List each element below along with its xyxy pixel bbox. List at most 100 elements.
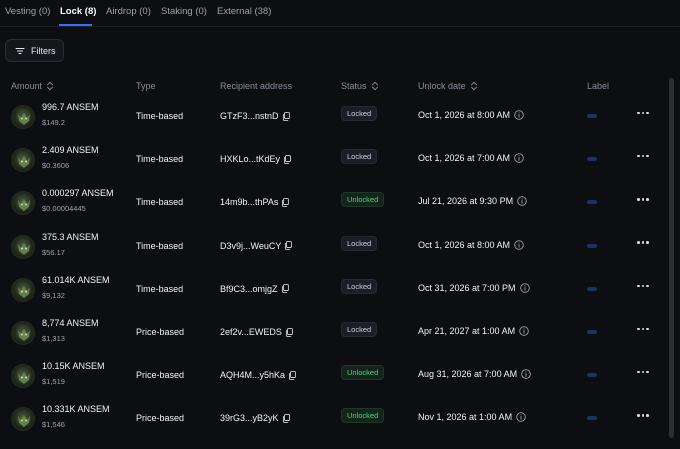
info-icon[interactable] xyxy=(519,283,530,293)
more-options-icon[interactable] xyxy=(636,106,650,120)
table-row[interactable]: 2.409 ANSEM $0.3606 Time-based HXKLo...t… xyxy=(0,139,670,182)
recipient-address-text: HXKLo...tKdEy xyxy=(220,154,281,165)
label-tag[interactable] xyxy=(587,373,597,378)
info-icon[interactable] xyxy=(514,239,524,250)
column-header-amount[interactable]: Amount xyxy=(11,81,54,91)
more-options-icon[interactable] xyxy=(636,149,650,163)
column-header-unlock-date-label: Unlock date xyxy=(418,81,466,91)
label-tag[interactable] xyxy=(587,243,597,248)
column-header-label-label: Label xyxy=(587,81,610,91)
label-tag[interactable] xyxy=(587,416,597,421)
token-amount: 61.014K ANSEM xyxy=(42,274,110,285)
scrollbar[interactable] xyxy=(669,78,674,438)
column-header-type-label: Type xyxy=(136,81,156,91)
table-row[interactable]: 10.331K ANSEM $1,546 Price-based 39rG3..… xyxy=(0,398,670,441)
table-row[interactable]: 61.014K ANSEM $9,132 Time-based Bf9C3...… xyxy=(0,269,670,312)
copy-icon[interactable] xyxy=(282,111,290,121)
column-header-status-label: Status xyxy=(341,81,367,91)
unlock-date-text: Oct 31, 2026 at 7:00 PM xyxy=(418,282,516,293)
copy-icon[interactable] xyxy=(284,241,293,250)
label-tag[interactable] xyxy=(587,200,597,205)
tab-airdrop[interactable]: Airdrop (0) xyxy=(106,6,151,17)
ansem-token-icon xyxy=(18,113,30,125)
table-row[interactable]: 375.3 ANSEM $56.17 Time-based D3v9j...We… xyxy=(0,226,670,269)
copy-icon[interactable] xyxy=(281,198,290,207)
column-header-status[interactable]: Status xyxy=(341,81,379,91)
info-icon[interactable] xyxy=(514,153,524,163)
filters-button[interactable]: Filters xyxy=(5,39,64,62)
lock-type: Time-based xyxy=(136,240,184,251)
unlock-date: Aug 31, 2026 at 7:00 AM xyxy=(418,369,531,379)
info-icon[interactable] xyxy=(516,412,526,423)
unlock-date: Nov 1, 2026 at 1:00 AM xyxy=(418,412,526,422)
tab-vesting[interactable]: Vesting (0) xyxy=(5,6,50,17)
usd-value: $0.3606 xyxy=(42,161,70,171)
more-options-icon[interactable] xyxy=(636,192,650,206)
recipient-address-text: 14m9b...thPAs xyxy=(220,197,279,208)
lock-type: Price-based xyxy=(136,413,185,424)
table-row[interactable]: 0.000297 ANSEM $0.00004445 Time-based 14… xyxy=(0,182,670,225)
recipient-address-text: Bf9C3...omjgZ xyxy=(220,283,278,294)
usd-value: $56.17 xyxy=(42,247,65,257)
table-row[interactable]: 8,774 ANSEM $1,313 Price-based 2ef2v...E… xyxy=(0,312,670,355)
active-tab-indicator xyxy=(59,24,92,26)
more-options-icon[interactable] xyxy=(636,279,650,293)
table-row[interactable]: 10.15K ANSEM $1,519 Price-based AQH4M...… xyxy=(0,355,670,398)
status-badge: Locked xyxy=(341,322,378,337)
recipient-address-text: 2ef2v...EWEDS xyxy=(220,327,282,337)
sort-icon[interactable] xyxy=(371,81,379,91)
copy-icon[interactable] xyxy=(283,154,291,164)
token-amount: 8,774 ANSEM xyxy=(42,318,99,328)
label-tag[interactable] xyxy=(587,157,597,162)
recipient-address-text: AQH4M...y5hKa xyxy=(220,370,286,381)
unlock-date-text: Jul 21, 2026 at 9:30 PM xyxy=(418,196,514,207)
copy-icon[interactable] xyxy=(281,284,289,294)
sort-icon[interactable] xyxy=(46,81,54,91)
ansem-token-icon xyxy=(18,415,30,428)
column-header-label: Label xyxy=(587,81,609,91)
label-tag[interactable] xyxy=(587,286,597,291)
recipient-address: 14m9b...thPAs xyxy=(220,197,290,208)
recipient-address: Bf9C3...omjgZ xyxy=(220,284,289,294)
info-icon[interactable] xyxy=(517,196,527,207)
unlock-date: Oct 1, 2026 at 7:00 AM xyxy=(418,153,524,163)
lock-type: Price-based xyxy=(136,327,185,337)
copy-icon[interactable] xyxy=(285,327,293,337)
more-options-icon[interactable] xyxy=(636,408,650,422)
info-icon[interactable] xyxy=(514,110,524,120)
recipient-address: GTzF3...nstnD xyxy=(220,111,290,121)
lock-type: Time-based xyxy=(136,197,184,208)
table-row[interactable]: 996.7 ANSEM $149.2 Time-based GTzF3...ns… xyxy=(0,96,670,139)
unlock-date-text: Nov 1, 2026 at 1:00 AM xyxy=(418,412,513,423)
column-header-recipient-label: Recipient address xyxy=(220,81,293,91)
ansem-token-icon xyxy=(18,285,30,298)
sort-icon[interactable] xyxy=(470,81,478,91)
recipient-address: HXKLo...tKdEy xyxy=(220,154,291,164)
unlock-date: Oct 1, 2026 at 8:00 AM xyxy=(418,110,524,120)
unlock-date: Apr 21, 2027 at 1:00 AM xyxy=(418,326,529,336)
usd-value: $1,313 xyxy=(42,334,65,343)
lock-type: Time-based xyxy=(136,154,184,165)
token-amount: 0.000297 ANSEM xyxy=(42,188,114,199)
usd-value: $9,132 xyxy=(42,290,65,300)
copy-icon[interactable] xyxy=(288,370,296,380)
unlock-date: Jul 21, 2026 at 9:30 PM xyxy=(418,196,527,206)
tab-staking[interactable]: Staking (0) xyxy=(161,6,207,17)
copy-icon[interactable] xyxy=(282,414,290,423)
column-header-type: Type xyxy=(136,81,156,91)
label-tag[interactable] xyxy=(587,114,597,118)
column-header-unlock-date[interactable]: Unlock date xyxy=(418,81,478,91)
token-avatar xyxy=(11,407,35,432)
info-icon[interactable] xyxy=(519,326,529,336)
more-options-icon[interactable] xyxy=(636,322,650,336)
info-icon[interactable] xyxy=(521,369,531,379)
more-options-icon[interactable] xyxy=(636,365,650,379)
more-options-icon[interactable] xyxy=(636,236,650,250)
unlock-date-text: Oct 1, 2026 at 8:00 AM xyxy=(418,110,511,120)
token-avatar xyxy=(11,321,35,345)
tab-lock[interactable]: Lock (8) xyxy=(60,6,96,17)
label-tag[interactable] xyxy=(587,330,597,334)
usd-value: $149.2 xyxy=(42,118,65,127)
column-header-amount-label: Amount xyxy=(11,81,43,91)
tab-external[interactable]: External (38) xyxy=(217,6,271,17)
